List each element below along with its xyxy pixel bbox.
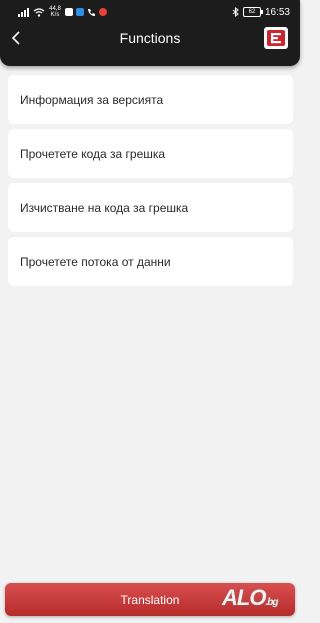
menu-item-read-data-stream[interactable]: Прочетете потока от данни bbox=[8, 237, 293, 286]
status-time: 16:53 bbox=[264, 6, 290, 18]
signal-icon bbox=[18, 7, 29, 17]
page-title: Functions bbox=[119, 30, 181, 46]
bluetooth-icon bbox=[232, 7, 239, 17]
notification-app-icon bbox=[76, 8, 84, 16]
chevron-left-icon bbox=[11, 31, 20, 45]
menu-item-label: Изчистване на кода за грешка bbox=[20, 200, 189, 215]
phone-icon bbox=[88, 8, 95, 16]
battery-icon: 62 bbox=[242, 7, 263, 17]
menu-item-label: Прочетете кода за грешка bbox=[20, 146, 166, 161]
wifi-icon bbox=[33, 7, 45, 17]
status-right: 62 16:53 bbox=[232, 4, 290, 20]
functions-list: Информация за версията Прочетете кода за… bbox=[8, 75, 293, 291]
app-logo-button[interactable] bbox=[264, 27, 288, 49]
menu-item-label: Прочетете потока от данни bbox=[20, 254, 171, 269]
menu-item-read-error-code[interactable]: Прочетете кода за грешка bbox=[8, 129, 293, 178]
notification-app-icon bbox=[99, 8, 107, 16]
menu-item-version-info[interactable]: Информация за версията bbox=[8, 75, 293, 124]
menu-item-clear-error-code[interactable]: Изчистване на кода за грешка bbox=[8, 183, 293, 232]
network-speed-unit: K/s bbox=[50, 12, 60, 18]
back-button[interactable] bbox=[9, 29, 25, 47]
menu-item-label: Информация за версията bbox=[20, 92, 164, 107]
translation-button[interactable]: Translation bbox=[5, 583, 295, 616]
notification-app-icon bbox=[65, 8, 73, 16]
app-logo-icon bbox=[267, 30, 285, 46]
network-speed: 44,8 K/s bbox=[48, 6, 62, 18]
translation-button-label: Translation bbox=[120, 592, 180, 607]
top-app-bar: 44,8 K/s 62 16:53 Functions bbox=[0, 0, 300, 66]
status-bar: 44,8 K/s 62 16:53 bbox=[0, 0, 300, 24]
status-left: 44,8 K/s bbox=[18, 4, 107, 20]
